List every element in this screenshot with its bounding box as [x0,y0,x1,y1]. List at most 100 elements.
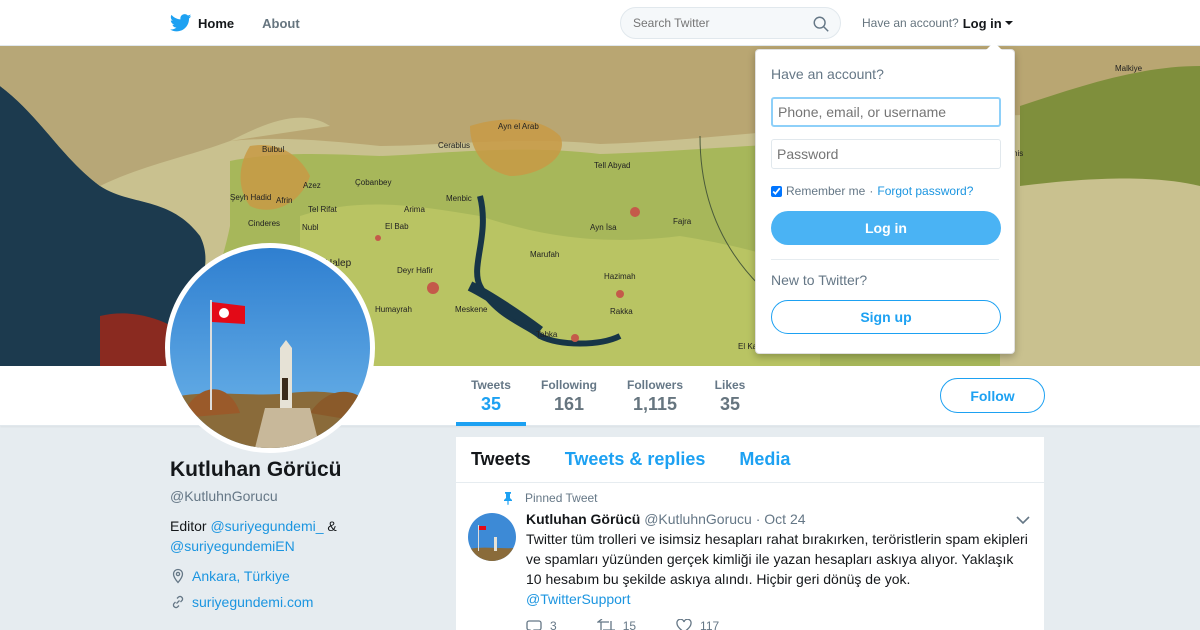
search-box [620,7,841,39]
retweet-action[interactable]: 15 [596,619,637,630]
map-label: Çobanbey [355,178,391,187]
reply-icon [526,620,542,630]
bio-mention-link[interactable]: @suriyegundemi_ [210,518,323,534]
stat-likes[interactable]: Likes 35 [704,366,756,426]
remember-me-checkbox[interactable] [771,185,782,197]
tweet-avatar-photo [468,513,516,561]
stat-following[interactable]: Following 161 [534,366,604,426]
remember-me-label[interactable]: Remember me [786,184,865,198]
avatar-photo [170,248,370,448]
map-label: Nubl [302,223,319,232]
map-label: Hazimah [604,272,636,281]
nav-links: Home About [170,0,300,46]
map-label: Rakka [610,307,633,316]
stat-value: 35 [480,394,502,414]
map-label: Malkiye [1115,64,1143,73]
stat-label: Tweets [471,378,511,392]
location-pin-icon [172,568,184,584]
login-dropdown: Have an account? Remember me · Forgot pa… [755,42,1015,354]
map-label: Afrin [276,196,292,205]
account-area: Have an account? Log in [862,0,1013,46]
map-label: Ayn el Arab [498,122,539,131]
account-prompt: Have an account? [862,16,959,30]
profile-bio: Editor @suriyegundemi_ & @suriyegundemiE… [170,516,430,556]
profile-screen-name[interactable]: @KutluhnGorucu [170,488,430,504]
tweet[interactable]: Pinned Tweet Kutluhan Görücü @KutluhnGor… [456,483,1044,630]
like-action[interactable]: 117 [676,619,719,630]
stat-label: Likes [714,378,746,392]
search-icon[interactable] [812,15,830,33]
profile-card: Kutluhan Görücü @KutluhnGorucu Editor @s… [170,458,430,610]
new-to-twitter-text: New to Twitter? [771,272,868,288]
link-icon [172,595,184,609]
map-label: Azez [303,181,321,190]
username-field[interactable] [771,97,1001,127]
stat-value: 1,115 [632,394,678,414]
heart-icon [676,619,692,630]
profile-website: suriyegundemi.com [170,594,430,610]
forgot-password-link[interactable]: Forgot password? [877,184,973,198]
map-label: Arima [404,205,425,214]
login-dropdown-title: Have an account? [771,66,884,82]
remember-separator: · [869,184,874,198]
bio-text: & [327,518,337,534]
stat-tweets[interactable]: Tweets 35 [456,366,526,426]
stat-value: 161 [553,394,585,414]
remember-row: Remember me · Forgot password? [771,184,999,198]
nav-home-label: Home [198,15,235,31]
tab-media[interactable]: Media [739,449,790,470]
pin-icon [504,492,512,505]
map-label: Tabka [536,330,558,339]
signup-button[interactable]: Sign up [771,300,1001,334]
retweet-count: 15 [622,619,637,630]
tab-tweets[interactable]: Tweets [471,449,531,470]
dropdown-divider [771,259,999,260]
map-label: Cerablus [438,141,470,150]
search-input[interactable] [633,16,803,30]
like-count: 117 [700,619,720,630]
twitter-bird-icon [170,14,192,32]
reply-action[interactable]: 3 [526,619,557,630]
password-field[interactable] [771,139,1001,169]
bio-mention-link[interactable]: @suriyegundemiEN [170,538,295,554]
map-label: Tel Rifat [308,205,338,214]
pinned-indicator: Pinned Tweet [501,491,1029,505]
top-nav: Home About Have an account? Log in [0,0,1200,46]
tweet-avatar[interactable] [468,513,516,561]
stat-value: 35 [719,394,741,414]
tweet-body: Twitter tüm trolleri ve isimsiz hesaplar… [526,531,1028,587]
login-toggle-label: Log in [962,15,1002,31]
map-label: Şeyh Hadid [230,193,271,202]
profile-name[interactable]: Kutluhan Görücü [170,458,430,482]
profile-location: Ankara, Türkiye [170,568,430,584]
tweet-timestamp[interactable]: Oct 24 [764,511,805,527]
nav-about[interactable]: About [262,16,300,31]
tweet-author-handle[interactable]: @KutluhnGorucu [644,511,752,527]
follow-button[interactable]: Follow [940,378,1045,413]
tweet-text: Twitter tüm trolleri ve isimsiz hesaplar… [526,529,1029,609]
tweet-mention-link[interactable]: @TwitterSupport [526,591,630,607]
tweet-author-name[interactable]: Kutluhan Görücü [526,511,640,527]
profile-avatar[interactable] [165,243,375,453]
stat-followers[interactable]: Followers 1,115 [620,366,690,426]
map-label: Ayn İsa [590,223,617,232]
location-text[interactable]: Ankara, Türkiye [192,568,290,584]
website-link[interactable]: suriyegundemi.com [192,594,313,610]
stat-label: Following [541,378,597,392]
login-button[interactable]: Log in [771,211,1001,245]
tweet-header: Kutluhan Görücü @KutluhnGorucu · Oct 24 [526,511,1029,527]
map-label: Deyr Hafir [397,266,433,275]
nav-home[interactable]: Home [170,14,234,32]
map-label: Meskene [455,305,488,314]
reply-count: 3 [550,619,557,630]
retweet-icon [596,619,615,630]
login-dropdown-toggle[interactable]: Log in [963,16,1013,31]
chevron-down-icon[interactable] [1016,515,1030,525]
bio-text: Editor [170,518,207,534]
tab-tweets-replies[interactable]: Tweets & replies [565,449,706,470]
nav-about-label: About [262,15,300,31]
pinned-label: Pinned Tweet [525,491,598,505]
map-label: Bulbul [262,145,284,154]
map-label: Menbic [446,194,472,203]
tweet-separator: · [755,511,761,527]
